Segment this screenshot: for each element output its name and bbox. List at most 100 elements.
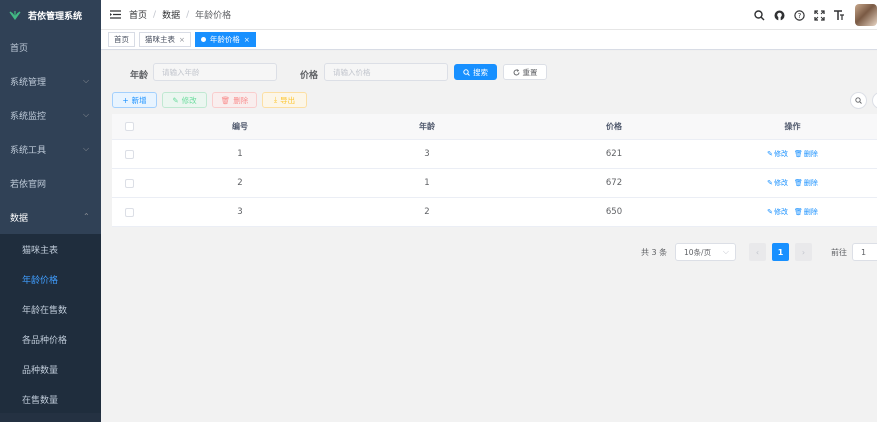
help-icon[interactable]: ? xyxy=(789,0,809,30)
table-row: 1 3 621 ✎ 修改 🗑 删除 xyxy=(112,140,877,169)
cell-id: 1 xyxy=(237,149,243,159)
cell-age: 1 xyxy=(424,178,430,188)
header-op: 操作 xyxy=(784,122,801,131)
nav-right: ? xyxy=(749,0,877,30)
delete-button[interactable]: 🗑 删除 xyxy=(212,92,257,108)
close-icon[interactable]: × xyxy=(179,36,185,44)
next-page-button[interactable]: › xyxy=(795,243,812,261)
sidebar-subitem-breed-price[interactable]: 各品种价格 xyxy=(0,324,101,354)
github-icon[interactable] xyxy=(769,0,789,30)
breadcrumb-item[interactable]: 数据 xyxy=(162,8,180,21)
refresh-button[interactable] xyxy=(872,92,877,109)
trash-icon: 🗑 xyxy=(793,208,803,216)
submenu-data: 猫咪主表 年龄价格 年龄在售数 各品种价格 品种数量 在售数量 xyxy=(0,234,101,414)
header-price: 价格 xyxy=(606,122,622,131)
row-delete-link[interactable]: 🗑 删除 xyxy=(794,149,818,159)
sidebar-subitem-onsale-count[interactable]: 在售数量 xyxy=(0,384,101,414)
toolbar: + 新增 ✎ 修改 🗑 删除 ⤓ 导出 xyxy=(101,92,877,110)
logo[interactable]: 若依管理系统 xyxy=(0,0,101,30)
sidebar-item-website[interactable]: 若依官网 xyxy=(0,166,101,200)
add-button[interactable]: + 新增 xyxy=(112,92,157,108)
price-label: 价格 xyxy=(300,71,319,81)
avatar[interactable] xyxy=(855,4,877,26)
breadcrumb-separator: / xyxy=(153,9,157,20)
cell-age: 2 xyxy=(424,207,430,217)
select-all-checkbox[interactable] xyxy=(124,122,134,131)
tag-cat-main[interactable]: 猫咪主表 × xyxy=(139,32,191,47)
pagination: 共 3 条 10条/页 ⌵ ‹ 1 › 前往 1 xyxy=(101,243,877,261)
sidebar-subitem-cat-main[interactable]: 猫咪主表 xyxy=(0,234,101,264)
sidebar-item-data[interactable]: 数据 ⌃ xyxy=(0,200,101,234)
sidebar: 若依管理系统 首页 系统管理 ⌵ 系统监控 ⌵ 系统工具 ⌵ 若依官网 数据 ⌃ 猫咪主… xyxy=(0,0,101,422)
cell-age: 3 xyxy=(424,149,430,159)
edit-icon: ✎ xyxy=(767,150,773,158)
sidebar-footer xyxy=(0,413,101,422)
cell-price: 650 xyxy=(605,207,623,217)
font-size-icon[interactable] xyxy=(829,0,849,30)
chevron-left-icon: ‹ xyxy=(755,247,760,257)
header-age: 年龄 xyxy=(419,122,435,131)
edit-icon: ✎ xyxy=(767,179,773,187)
breadcrumb: 首页 / 数据 / 年龄价格 xyxy=(129,8,231,22)
cell-id: 2 xyxy=(237,178,243,188)
row-edit-link[interactable]: ✎ 修改 xyxy=(767,178,788,188)
jump-label: 前往 xyxy=(831,248,847,257)
table-row: 2 1 672 ✎ 修改 🗑 删除 xyxy=(112,169,877,198)
chevron-down-icon: ⌵ xyxy=(83,76,90,85)
row-edit-link[interactable]: ✎ 修改 xyxy=(767,149,788,159)
sidebar-subitem-age-price[interactable]: 年龄价格 xyxy=(0,264,101,294)
row-delete-link[interactable]: 🗑 删除 xyxy=(794,207,818,217)
table-row: 3 2 650 ✎ 修改 🗑 删除 xyxy=(112,198,877,227)
price-input[interactable]: 请输入价格 xyxy=(324,63,448,81)
sidebar-item-monitor[interactable]: 系统监控 ⌵ xyxy=(0,98,101,132)
main-content: 年龄 请输入年龄 价格 请输入价格 搜索 重置 + 新增 ✎ 修改 🗑 删除 ⤓ 导出 … xyxy=(101,51,877,422)
trash-icon: 🗑 xyxy=(793,179,803,187)
svg-text:?: ? xyxy=(797,12,801,20)
page-number-button[interactable]: 1 xyxy=(772,243,789,261)
data-table: 编号 年龄 价格 操作 1 3 621 ✎ 修改 🗑 删除 2 1 672 ✎ 修改 … xyxy=(112,114,877,227)
edit-button[interactable]: ✎ 修改 xyxy=(162,92,207,108)
trash-icon: 🗑 xyxy=(793,150,803,158)
search-icon[interactable] xyxy=(749,0,769,30)
download-icon: ⤓ xyxy=(273,95,278,104)
app-title: 若依管理系统 xyxy=(28,11,83,22)
breadcrumb-item[interactable]: 首页 xyxy=(129,8,147,21)
header-id: 编号 xyxy=(232,122,248,131)
row-checkbox[interactable] xyxy=(124,207,134,217)
chevron-right-icon: › xyxy=(801,247,806,257)
sidebar-item-tools[interactable]: 系统工具 ⌵ xyxy=(0,132,101,166)
row-delete-link[interactable]: 🗑 删除 xyxy=(794,178,818,188)
row-edit-link[interactable]: ✎ 修改 xyxy=(767,207,788,217)
sidebar-subitem-breed-count[interactable]: 品种数量 xyxy=(0,354,101,384)
edit-icon: ✎ xyxy=(172,95,179,105)
chevron-up-icon: ⌃ xyxy=(83,212,90,221)
table-header: 编号 年龄 价格 操作 xyxy=(112,114,877,140)
tag-home[interactable]: 首页 xyxy=(108,32,135,47)
breadcrumb-separator: / xyxy=(186,9,190,20)
refresh-icon xyxy=(513,68,519,75)
sidebar-subitem-age-onsale[interactable]: 年龄在售数 xyxy=(0,294,101,324)
cell-id: 3 xyxy=(237,207,243,217)
row-checkbox[interactable] xyxy=(124,178,134,188)
sidebar-item-system[interactable]: 系统管理 ⌵ xyxy=(0,64,101,98)
fullscreen-icon[interactable] xyxy=(809,0,829,30)
reset-button[interactable]: 重置 xyxy=(503,64,547,80)
close-icon[interactable]: × xyxy=(244,36,250,44)
age-input[interactable]: 请输入年龄 xyxy=(153,63,277,81)
trash-icon: 🗑 xyxy=(220,95,231,105)
export-button[interactable]: ⤓ 导出 xyxy=(262,92,307,108)
search-icon xyxy=(463,68,470,76)
page-size-select[interactable]: 10条/页 ⌵ xyxy=(675,243,736,261)
sidebar-item-home[interactable]: 首页 xyxy=(0,30,101,64)
prev-page-button[interactable]: ‹ xyxy=(749,243,766,261)
search-icon xyxy=(855,97,862,104)
row-checkbox[interactable] xyxy=(124,149,134,159)
cell-price: 621 xyxy=(605,149,623,159)
jump-page-input[interactable]: 1 xyxy=(852,243,877,261)
toggle-search-button[interactable] xyxy=(850,92,867,109)
hamburger-icon[interactable] xyxy=(101,0,129,30)
tag-age-price[interactable]: 年龄价格 × xyxy=(194,32,256,47)
active-dot xyxy=(200,37,206,42)
search-button[interactable]: 搜索 xyxy=(454,64,497,80)
chevron-down-icon: ⌵ xyxy=(83,110,90,119)
